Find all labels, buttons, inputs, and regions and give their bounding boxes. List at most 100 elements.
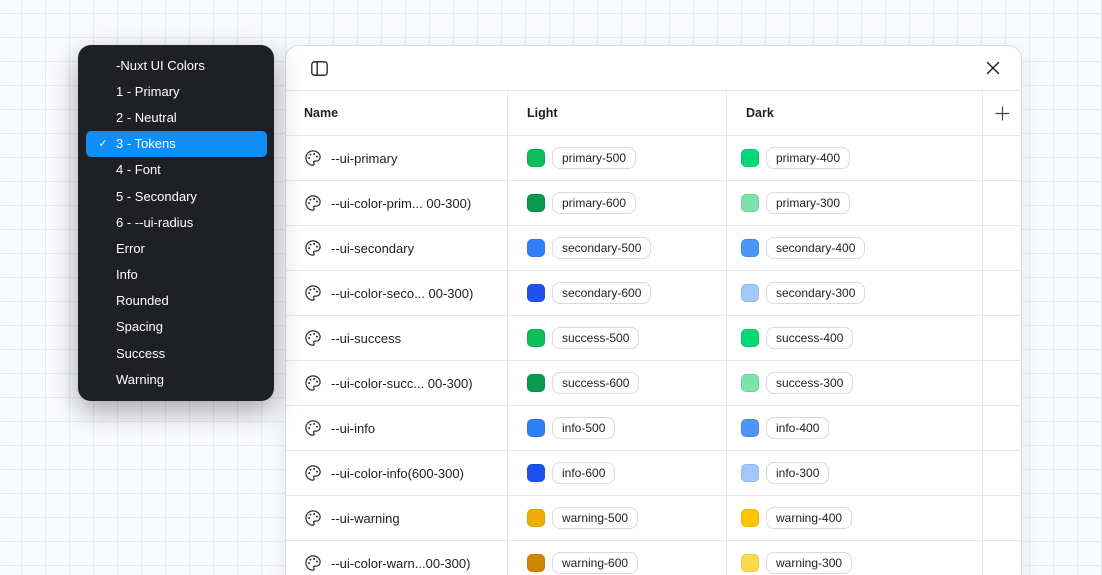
color-swatch[interactable]: [741, 509, 759, 527]
variable-name-cell[interactable]: --ui-color-seco... 00-300): [286, 271, 508, 315]
variable-name-cell[interactable]: --ui-secondary: [286, 226, 508, 270]
column-header-name: Name: [286, 91, 508, 135]
color-swatch[interactable]: [741, 464, 759, 482]
color-swatch[interactable]: [741, 419, 759, 437]
color-swatch[interactable]: [741, 329, 759, 347]
alias-pill[interactable]: info-500: [552, 417, 615, 439]
collection-menu-item[interactable]: Info: [86, 262, 267, 288]
variable-row: --ui-warning warning-500 warning-400: [286, 496, 1021, 541]
collection-menu-item-label: 1 - Primary: [116, 84, 180, 99]
dark-value-cell: success-400: [727, 316, 983, 360]
variable-name-cell[interactable]: --ui-color-succ... 00-300): [286, 361, 508, 405]
color-swatch[interactable]: [527, 149, 545, 167]
collection-menu-item[interactable]: 6 - --ui-radius: [86, 209, 267, 235]
alias-pill[interactable]: warning-300: [766, 552, 852, 574]
color-swatch[interactable]: [527, 509, 545, 527]
palette-icon: [304, 554, 322, 572]
color-swatch[interactable]: [741, 284, 759, 302]
layout-sidebar-icon: [311, 61, 328, 76]
collection-menu-item[interactable]: 2 - Neutral: [86, 104, 267, 130]
collection-menu-item[interactable]: ✓ 3 - Tokens: [86, 131, 267, 157]
color-swatch[interactable]: [527, 329, 545, 347]
color-swatch[interactable]: [527, 419, 545, 437]
variable-name-cell[interactable]: --ui-success: [286, 316, 508, 360]
alias-pill[interactable]: secondary-300: [766, 282, 865, 304]
empty-cell: [983, 361, 1021, 405]
column-header-light: Light: [508, 91, 727, 135]
variable-name: --ui-color-info(600-300): [331, 466, 464, 481]
alias-pill[interactable]: warning-600: [552, 552, 638, 574]
alias-pill[interactable]: secondary-500: [552, 237, 651, 259]
table-header-row: Name Light Dark: [286, 91, 1021, 136]
collection-menu-item-label: Success: [116, 346, 165, 361]
alias-pill[interactable]: primary-400: [766, 147, 850, 169]
collection-menu-item[interactable]: 5 - Secondary: [86, 183, 267, 209]
collection-menu-item-label: Spacing: [116, 319, 163, 334]
alias-pill[interactable]: success-300: [766, 372, 853, 394]
variable-name-cell[interactable]: --ui-color-prim... 00-300): [286, 181, 508, 225]
alias-pill[interactable]: primary-300: [766, 192, 850, 214]
color-swatch[interactable]: [527, 284, 545, 302]
variable-row: --ui-color-warn...00-300) warning-600 wa…: [286, 541, 1021, 575]
variable-name-cell[interactable]: --ui-warning: [286, 496, 508, 540]
light-value-cell: warning-500: [508, 496, 727, 540]
collection-menu-item-label: 5 - Secondary: [116, 189, 197, 204]
alias-pill[interactable]: secondary-600: [552, 282, 651, 304]
color-swatch[interactable]: [741, 554, 759, 572]
color-swatch[interactable]: [741, 194, 759, 212]
table-body: --ui-primary primary-500 primary-400 --u…: [286, 136, 1021, 575]
alias-pill[interactable]: info-600: [552, 462, 615, 484]
variable-name: --ui-secondary: [331, 241, 414, 256]
collection-menu-item[interactable]: -Nuxt UI Colors: [86, 52, 267, 78]
color-swatch[interactable]: [527, 239, 545, 257]
checkmark-icon: [93, 288, 113, 314]
collection-menu-item[interactable]: Error: [86, 235, 267, 261]
variable-name-cell[interactable]: --ui-primary: [286, 136, 508, 180]
alias-pill[interactable]: warning-400: [766, 507, 852, 529]
close-panel-button[interactable]: [979, 54, 1007, 82]
collection-menu-item-label: Rounded: [116, 293, 169, 308]
dark-value-cell: secondary-300: [727, 271, 983, 315]
toggle-sidebar-button[interactable]: [305, 54, 333, 82]
variable-name: --ui-color-seco... 00-300): [331, 286, 473, 301]
variable-name-cell[interactable]: --ui-color-info(600-300): [286, 451, 508, 495]
variable-row: --ui-color-succ... 00-300) success-600 s…: [286, 361, 1021, 406]
collection-menu-item[interactable]: Success: [86, 340, 267, 366]
dark-value-cell: success-300: [727, 361, 983, 405]
color-swatch[interactable]: [527, 194, 545, 212]
color-swatch[interactable]: [527, 374, 545, 392]
alias-pill[interactable]: secondary-400: [766, 237, 865, 259]
collection-menu-item[interactable]: Warning: [86, 366, 267, 392]
palette-icon: [304, 374, 322, 392]
collection-menu-item[interactable]: 4 - Font: [86, 157, 267, 183]
variable-name-cell[interactable]: --ui-info: [286, 406, 508, 450]
add-mode-button[interactable]: [988, 99, 1016, 127]
palette-icon: [304, 509, 322, 527]
color-swatch[interactable]: [527, 464, 545, 482]
palette-icon: [304, 149, 322, 167]
collection-menu-item[interactable]: Rounded: [86, 288, 267, 314]
color-swatch[interactable]: [741, 374, 759, 392]
alias-pill[interactable]: success-500: [552, 327, 639, 349]
alias-pill[interactable]: warning-500: [552, 507, 638, 529]
alias-pill[interactable]: primary-500: [552, 147, 636, 169]
alias-pill[interactable]: success-600: [552, 372, 639, 394]
column-header-label: Light: [527, 106, 558, 120]
variable-name-cell[interactable]: --ui-color-warn...00-300): [286, 541, 508, 575]
plus-icon: [995, 106, 1010, 121]
color-swatch[interactable]: [741, 239, 759, 257]
alias-pill[interactable]: info-400: [766, 417, 829, 439]
variable-name: --ui-color-prim... 00-300): [331, 196, 471, 211]
variable-row: --ui-color-info(600-300) info-600 info-3…: [286, 451, 1021, 496]
alias-pill[interactable]: success-400: [766, 327, 853, 349]
alias-pill[interactable]: primary-600: [552, 192, 636, 214]
color-swatch[interactable]: [527, 554, 545, 572]
alias-pill[interactable]: info-300: [766, 462, 829, 484]
collection-menu-item[interactable]: 1 - Primary: [86, 78, 267, 104]
empty-cell: [983, 541, 1021, 575]
color-swatch[interactable]: [741, 149, 759, 167]
light-value-cell: info-600: [508, 451, 727, 495]
figma-canvas: { "canvas": { "background": "#fafbfe", "…: [0, 0, 1102, 575]
collection-menu-item[interactable]: Spacing: [86, 314, 267, 340]
checkmark-icon: [93, 52, 113, 78]
